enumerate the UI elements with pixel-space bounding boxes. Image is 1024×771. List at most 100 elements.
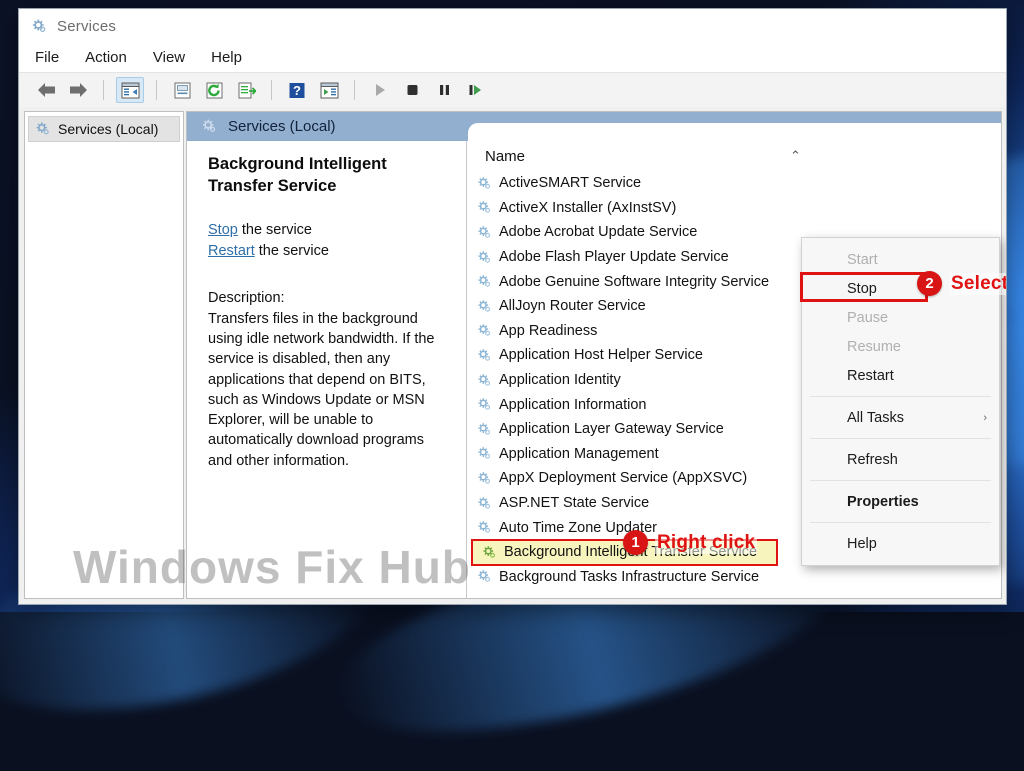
service-gear-icon: [477, 373, 492, 388]
restart-service-suffix: the service: [255, 243, 329, 259]
service-gear-icon: [477, 446, 492, 461]
context-menu-item-label: All Tasks: [847, 410, 904, 426]
service-gear-icon: [482, 545, 497, 560]
help-icon[interactable]: ?: [284, 78, 310, 102]
column-header-label: Name: [485, 148, 525, 165]
service-name-label: AllJoyn Router Service: [499, 298, 646, 314]
service-name-label: Application Information: [499, 397, 647, 413]
service-gear-icon: [477, 250, 492, 265]
service-row[interactable]: ActiveSMART Service: [467, 171, 1001, 196]
restart-service-icon[interactable]: [463, 78, 489, 102]
services-gear-icon: [31, 18, 48, 35]
service-name-label: ASP.NET State Service: [499, 495, 649, 511]
service-name-label: Adobe Acrobat Update Service: [499, 224, 697, 240]
stop-service-icon[interactable]: [399, 78, 425, 102]
sort-ascending-icon: ⌃: [790, 148, 801, 164]
service-gear-icon: [477, 496, 492, 511]
annotation-select: 2 Select: [917, 271, 1007, 296]
service-name-label: AppX Deployment Service (AppXSVC): [499, 470, 747, 486]
start-service-icon[interactable]: [367, 78, 393, 102]
context-menu-item-properties[interactable]: Properties: [802, 487, 999, 516]
context-menu-item-label: Properties: [847, 494, 919, 510]
menu-item-view[interactable]: View: [153, 49, 185, 66]
show-action-pane-icon[interactable]: [316, 78, 342, 102]
service-actions: Stop the service Restart the service: [208, 220, 452, 261]
context-menu-item-restart[interactable]: Restart: [802, 361, 999, 390]
column-header-name[interactable]: Name ⌃: [467, 141, 1001, 171]
annotation-label-2: Select: [949, 273, 1007, 295]
tree-item-label: Services (Local): [58, 121, 158, 137]
context-menu-item-help[interactable]: Help: [802, 529, 999, 558]
toolbar-separator: [354, 80, 355, 100]
service-gear-icon: [477, 299, 492, 314]
context-menu-item-label: Restart: [847, 368, 894, 384]
context-menu-separator: [810, 438, 991, 439]
watermark: Windows Fix Hub: [73, 540, 471, 594]
context-menu-item-label: Resume: [847, 339, 901, 355]
chevron-right-icon: ›: [983, 412, 987, 424]
service-name-label: Background Tasks Infrastructure Service: [499, 569, 759, 585]
window-title: Services: [57, 18, 116, 35]
context-menu-separator: [810, 480, 991, 481]
service-gear-icon: [477, 225, 492, 240]
context-menu-item-label: Pause: [847, 310, 888, 326]
forward-arrow-icon[interactable]: [65, 78, 91, 102]
window-titlebar: Services: [19, 9, 1006, 43]
menu-item-action[interactable]: Action: [85, 49, 127, 66]
service-gear-icon: [477, 422, 492, 437]
context-menu-item-pause: Pause: [802, 303, 999, 332]
restart-service-link[interactable]: Restart: [208, 243, 255, 259]
restart-service-link-row: Restart the service: [208, 241, 452, 262]
context-menu-item-start: Start: [802, 245, 999, 274]
export-list-icon[interactable]: [233, 78, 259, 102]
service-row[interactable]: Background Tasks Infrastructure Service: [467, 565, 1001, 590]
service-name-label: Adobe Flash Player Update Service: [499, 249, 729, 265]
service-name-label: App Readiness: [499, 323, 597, 339]
service-gear-icon: [477, 348, 492, 363]
service-name-label: Application Host Helper Service: [499, 347, 703, 363]
service-title: Background Intelligent Transfer Service: [208, 153, 452, 197]
service-gear-icon: [477, 520, 492, 535]
services-window: Services File Action View Help: [18, 8, 1007, 605]
menu-item-file[interactable]: File: [35, 49, 59, 66]
context-menu-item-label: Refresh: [847, 452, 898, 468]
context-menu-item-label: Help: [847, 536, 877, 552]
properties-icon[interactable]: [169, 78, 195, 102]
console-tree-pane: Services (Local): [24, 111, 184, 599]
stop-service-link[interactable]: Stop: [208, 222, 238, 238]
service-name-label: Adobe Genuine Software Integrity Service: [499, 274, 769, 290]
toolbar-separator: [271, 80, 272, 100]
service-row[interactable]: ActiveX Installer (AxInstSV): [467, 196, 1001, 221]
toolbar: ?: [19, 73, 1006, 108]
tab-shoulder: [468, 123, 1001, 141]
service-gear-icon: [477, 397, 492, 412]
tab-title: Services (Local): [228, 118, 336, 135]
menu-item-help[interactable]: Help: [211, 49, 242, 66]
show-hide-console-tree-icon[interactable]: [116, 77, 144, 103]
service-gear-icon: [477, 323, 492, 338]
stop-service-suffix: the service: [238, 222, 312, 238]
stop-service-link-row: Stop the service: [208, 220, 452, 241]
context-menu-item-all-tasks[interactable]: All Tasks ›: [802, 403, 999, 432]
service-gear-icon: [477, 569, 492, 584]
services-gear-icon: [201, 118, 218, 135]
tree-item-services-local[interactable]: Services (Local): [28, 116, 180, 142]
tab-header: Services (Local): [187, 112, 1001, 141]
context-menu-item-refresh[interactable]: Refresh: [802, 445, 999, 474]
description-label: Description:: [208, 288, 452, 308]
pause-service-icon[interactable]: [431, 78, 457, 102]
back-arrow-icon[interactable]: [33, 78, 59, 102]
service-name-label: ActiveSMART Service: [499, 175, 641, 191]
service-gear-icon: [477, 471, 492, 486]
menu-bar: File Action View Help: [19, 43, 1006, 73]
service-description-block: Description: Transfers files in the back…: [208, 288, 452, 471]
context-menu-separator: [810, 522, 991, 523]
toolbar-separator: [156, 80, 157, 100]
annotation-right-click: 1 Right click: [623, 530, 757, 555]
context-menu-item-resume: Resume: [802, 332, 999, 361]
annotation-badge-1: 1: [623, 530, 648, 555]
annotation-label-1: Right click: [655, 532, 757, 554]
refresh-icon[interactable]: [201, 78, 227, 102]
toolbar-separator: [103, 80, 104, 100]
context-menu-item-label: Start: [847, 252, 878, 268]
